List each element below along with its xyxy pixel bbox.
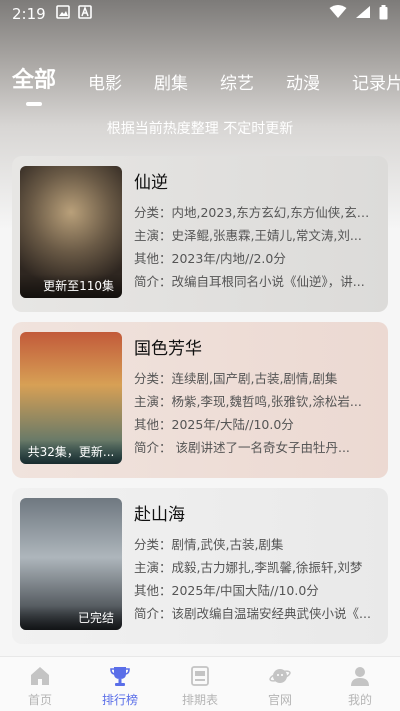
nav-website-label: 官网 <box>267 693 292 707</box>
poster-image[interactable]: 更新至110集 <box>20 166 122 298</box>
battery-icon <box>379 4 388 24</box>
episode-badge: 更新至110集 <box>20 274 122 298</box>
ranking-card-2[interactable]: 共32集，更新... 国色芳华 分类：连续剧,国产剧,古装,剧情,剧集 主演：杨… <box>12 322 388 478</box>
wifi-icon <box>329 5 347 23</box>
card-other: 其他：2023年/内地//2.0分 <box>134 251 286 266</box>
planet-icon <box>269 669 291 683</box>
signal-icon <box>355 5 371 23</box>
card-cast: 主演：成毅,古力娜扎,李凯馨,徐振轩,刘梦 <box>134 560 363 575</box>
nav-home-label: 首页 <box>27 693 52 707</box>
nav-home[interactable]: 首页 <box>0 657 80 711</box>
tab-series[interactable]: 剧集 <box>154 69 188 108</box>
tab-documentary[interactable]: 记录片 <box>352 69 400 108</box>
card-info: 国色芳华 分类：连续剧,国产剧,古装,剧情,剧集 主演：杨紫,李现,魏哲鸣,张雅… <box>134 332 380 468</box>
nav-website[interactable]: 官网 <box>240 657 320 711</box>
nav-schedule[interactable]: 排期表 <box>160 657 240 711</box>
card-category: 分类：连续剧,国产剧,古装,剧情,剧集 <box>134 371 338 386</box>
card-title[interactable]: 国色芳华 <box>134 334 380 359</box>
nav-profile[interactable]: 我的 <box>320 657 400 711</box>
user-icon <box>351 667 369 686</box>
category-tabs: 全部 电影 剧集 综艺 动漫 记录片 <box>0 62 400 108</box>
card-other: 其他：2025年/大陆//10.0分 <box>134 417 294 432</box>
status-time: 2:19 <box>12 5 46 23</box>
tab-movie[interactable]: 电影 <box>88 69 122 108</box>
card-cast: 主演：史泽鲲,张惠霖,王婧儿,常文涛,刘... <box>134 228 362 243</box>
ranking-subtitle: 根据当前热度整理 不定时更新 <box>106 121 294 137</box>
episode-badge: 共32集，更新... <box>20 440 122 464</box>
card-category: 分类：剧情,武侠,古装,剧集 <box>134 537 284 552</box>
card-intro: 简介： 该剧讲述了一名奇女子由牡丹... <box>134 440 350 455</box>
home-icon <box>31 667 49 685</box>
card-info: 赴山海 分类：剧情,武侠,古装,剧集 主演：成毅,古力娜扎,李凯馨,徐振轩,刘梦… <box>134 498 380 634</box>
nav-schedule-label: 排期表 <box>181 693 218 707</box>
card-title[interactable]: 仙逆 <box>134 168 380 193</box>
image-icon <box>55 5 70 23</box>
trophy-icon <box>110 667 130 686</box>
tab-anime[interactable]: 动漫 <box>286 69 320 108</box>
card-category: 分类：内地,2023,东方玄幻,东方仙侠,玄幻... <box>134 205 380 220</box>
ranking-card-3[interactable]: 已完结 赴山海 分类：剧情,武侠,古装,剧集 主演：成毅,古力娜扎,李凯馨,徐振… <box>12 488 388 644</box>
nav-profile-label: 我的 <box>347 693 372 707</box>
card-cast: 主演：杨紫,李现,魏哲鸣,张雅钦,涂松岩... <box>134 394 362 409</box>
card-intro: 简介：改编自耳根同名小说《仙逆》，讲... <box>134 274 365 289</box>
card-intro: 简介：该剧改编自温瑞安经典武侠小说《... <box>134 606 371 621</box>
card-other: 其他：2025年/中国大陆//10.0分 <box>134 583 319 598</box>
schedule-icon <box>191 666 209 686</box>
notification-a-icon <box>77 5 92 23</box>
nav-ranking[interactable]: 排行榜 <box>80 657 160 711</box>
tab-all[interactable]: 全部 <box>12 62 56 108</box>
status-bar: 2:19 <box>0 0 400 28</box>
poster-image[interactable]: 已完结 <box>20 498 122 630</box>
bottom-nav: 首页 排行榜 排期表 官网 我的 <box>0 656 400 711</box>
card-info: 仙逆 分类：内地,2023,东方玄幻,东方仙侠,玄幻... 主演：史泽鲲,张惠霖… <box>134 166 380 302</box>
tab-variety[interactable]: 综艺 <box>220 69 254 108</box>
ranking-card-1[interactable]: 更新至110集 仙逆 分类：内地,2023,东方玄幻,东方仙侠,玄幻... 主演… <box>12 156 388 312</box>
poster-image[interactable]: 共32集，更新... <box>20 332 122 464</box>
nav-ranking-label: 排行榜 <box>101 693 138 707</box>
card-title[interactable]: 赴山海 <box>134 500 380 525</box>
episode-badge: 已完结 <box>20 606 122 630</box>
